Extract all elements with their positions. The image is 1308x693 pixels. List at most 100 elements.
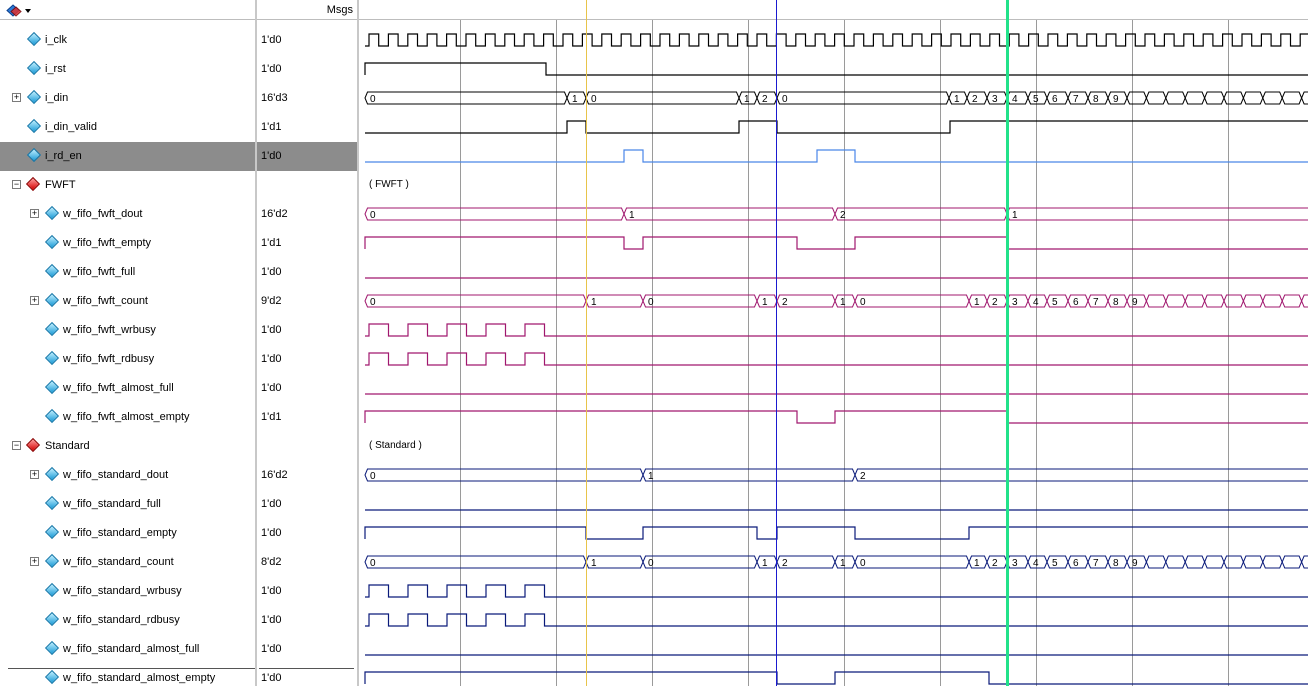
bus-value: 4 [1033,297,1039,308]
signal-row[interactable]: i_din_valid [0,113,255,142]
signal-name: i_din_valid [45,121,97,133]
waveform-trace [365,352,1308,366]
bus-value: 6 [1073,558,1079,569]
expand-icon[interactable]: + [30,557,39,566]
signal-row[interactable]: + w_fifo_standard_count [0,548,255,577]
bus-value: 0 [370,94,376,105]
waveform-canvas[interactable]: 0 1 0 1 2 0 1 2 3 4 5 6 7 8 9 ( FWFT ) 0 1 2 1 0 1 0 1 2 1 0 1 2 3 4 5 6… [359,0,1308,686]
bus-segment [642,555,758,569]
bus-segment [1165,555,1186,569]
red-diamond-icon [25,437,41,453]
bus-value: 2 [840,210,846,221]
expand-icon[interactable]: + [12,93,21,102]
signal-name: w_fifo_fwft_empty [63,237,152,249]
signal-row[interactable]: + w_fifo_fwft_count [0,287,255,316]
signal-name: w_fifo_standard_empty [63,527,177,539]
bus-value: 0 [648,558,654,569]
waveform-trace [365,584,1308,598]
signal-row[interactable]: + w_fifo_standard_dout [0,461,255,490]
bus-value: 1 [629,210,635,221]
horizontal-scrollbar[interactable] [8,668,255,669]
bus-value: 0 [370,297,376,308]
bus-segment [1126,91,1147,105]
signal-value: 1'd0 [261,382,282,394]
signal-value: 16'd2 [261,469,288,481]
bus-value: 0 [370,471,376,482]
blue-diamond-icon [44,640,60,656]
collapse-icon[interactable]: − [12,180,21,189]
blue-diamond-icon [26,147,42,163]
bus-segment [1242,91,1264,105]
bus-value: 9 [1132,558,1138,569]
value-pane-header: Msgs [257,0,357,20]
signal-row[interactable]: w_fifo_fwft_empty [0,229,255,258]
signal-value: 1'd0 [261,498,282,510]
bus-value: 1 [648,471,654,482]
signal-value: 1'd0 [261,643,282,655]
group-label: ( Standard ) [369,440,422,451]
blue-diamond-icon [26,118,42,134]
signal-value: 1'd0 [261,585,282,597]
bus-value: 0 [648,297,654,308]
signal-name: w_fifo_fwft_dout [63,208,143,220]
expand-icon[interactable]: + [30,296,39,305]
signal-value-pane: Msgs 1'd0 1'd0 16'd3 1'd1 1'd0 16'd2 1'd1 1'd0 9… [257,0,357,686]
collapse-icon[interactable]: − [12,441,21,450]
expand-icon[interactable]: + [30,470,39,479]
signal-row[interactable]: w_fifo_standard_rdbusy [0,606,255,635]
signal-value: 1'd0 [261,150,282,162]
bus-segment [854,294,970,308]
signal-row[interactable]: w_fifo_fwft_full [0,258,255,287]
diamond-dropdown-icon[interactable] [6,4,32,20]
horizontal-scrollbar[interactable] [259,668,354,669]
signal-value: 1'd1 [261,237,282,249]
blue-diamond-icon [26,60,42,76]
bus-segment [1204,91,1225,105]
expand-icon[interactable]: + [30,209,39,218]
bus-value: 1 [974,558,980,569]
bus-value: 3 [1012,297,1018,308]
waveform-pane[interactable]: 0 1 0 1 2 0 1 2 3 4 5 6 7 8 9 ( FWFT ) 0 1 2 1 0 1 0 1 2 1 0 1 2 3 4 5 6… [359,0,1308,686]
bus-segment [1262,294,1283,308]
signal-row[interactable]: i_rst [0,55,255,84]
blue-diamond-icon [26,89,42,105]
name-pane-header [0,0,255,20]
bus-value: 9 [1113,94,1119,105]
bus-segment [1301,294,1308,308]
waveform-trace [364,526,1308,540]
bus-segment [1242,555,1264,569]
signal-value: 1'd1 [261,121,282,133]
value-row: 1'd0 [257,55,357,84]
bus-value: 2 [762,94,768,105]
signal-row[interactable]: + w_fifo_fwft_dout [0,200,255,229]
signal-row[interactable]: w_fifo_fwft_wrbusy [0,316,255,345]
bus-segment [1145,91,1167,105]
signal-row[interactable]: i_rd_en [0,142,255,171]
signal-row[interactable]: w_fifo_standard_empty [0,519,255,548]
bus-value: 6 [1052,94,1058,105]
signal-row[interactable]: − Standard [0,432,255,461]
bus-segment [1145,294,1167,308]
wave-header [359,0,1308,20]
blue-diamond-icon [44,292,60,308]
signal-value: 1'd0 [261,324,282,336]
bus-segment [1281,294,1303,308]
signal-row[interactable]: w_fifo_fwft_almost_full [0,374,255,403]
bus-segment [1145,555,1167,569]
waveform-trace [365,33,1308,47]
signal-row[interactable]: w_fifo_standard_almost_full [0,635,255,664]
signal-row[interactable]: w_fifo_standard_wrbusy [0,577,255,606]
signal-name-pane: i_clk i_rst + i_din i_din_valid i_rd_en − FWFT +… [0,0,255,686]
signal-row[interactable]: w_fifo_standard_full [0,490,255,519]
bus-segment [1223,555,1244,569]
bus-value: 2 [992,558,998,569]
bus-value: 1 [840,558,846,569]
signal-row[interactable]: w_fifo_fwft_rdbusy [0,345,255,374]
signal-row[interactable]: − FWFT [0,171,255,200]
bus-segment [1006,207,1308,221]
signal-row[interactable]: i_clk [0,26,255,55]
signal-row[interactable]: + i_din [0,84,255,113]
signal-name: w_fifo_standard_rdbusy [63,614,180,626]
signal-row[interactable]: w_fifo_fwft_almost_empty [0,403,255,432]
blue-diamond-icon [44,524,60,540]
